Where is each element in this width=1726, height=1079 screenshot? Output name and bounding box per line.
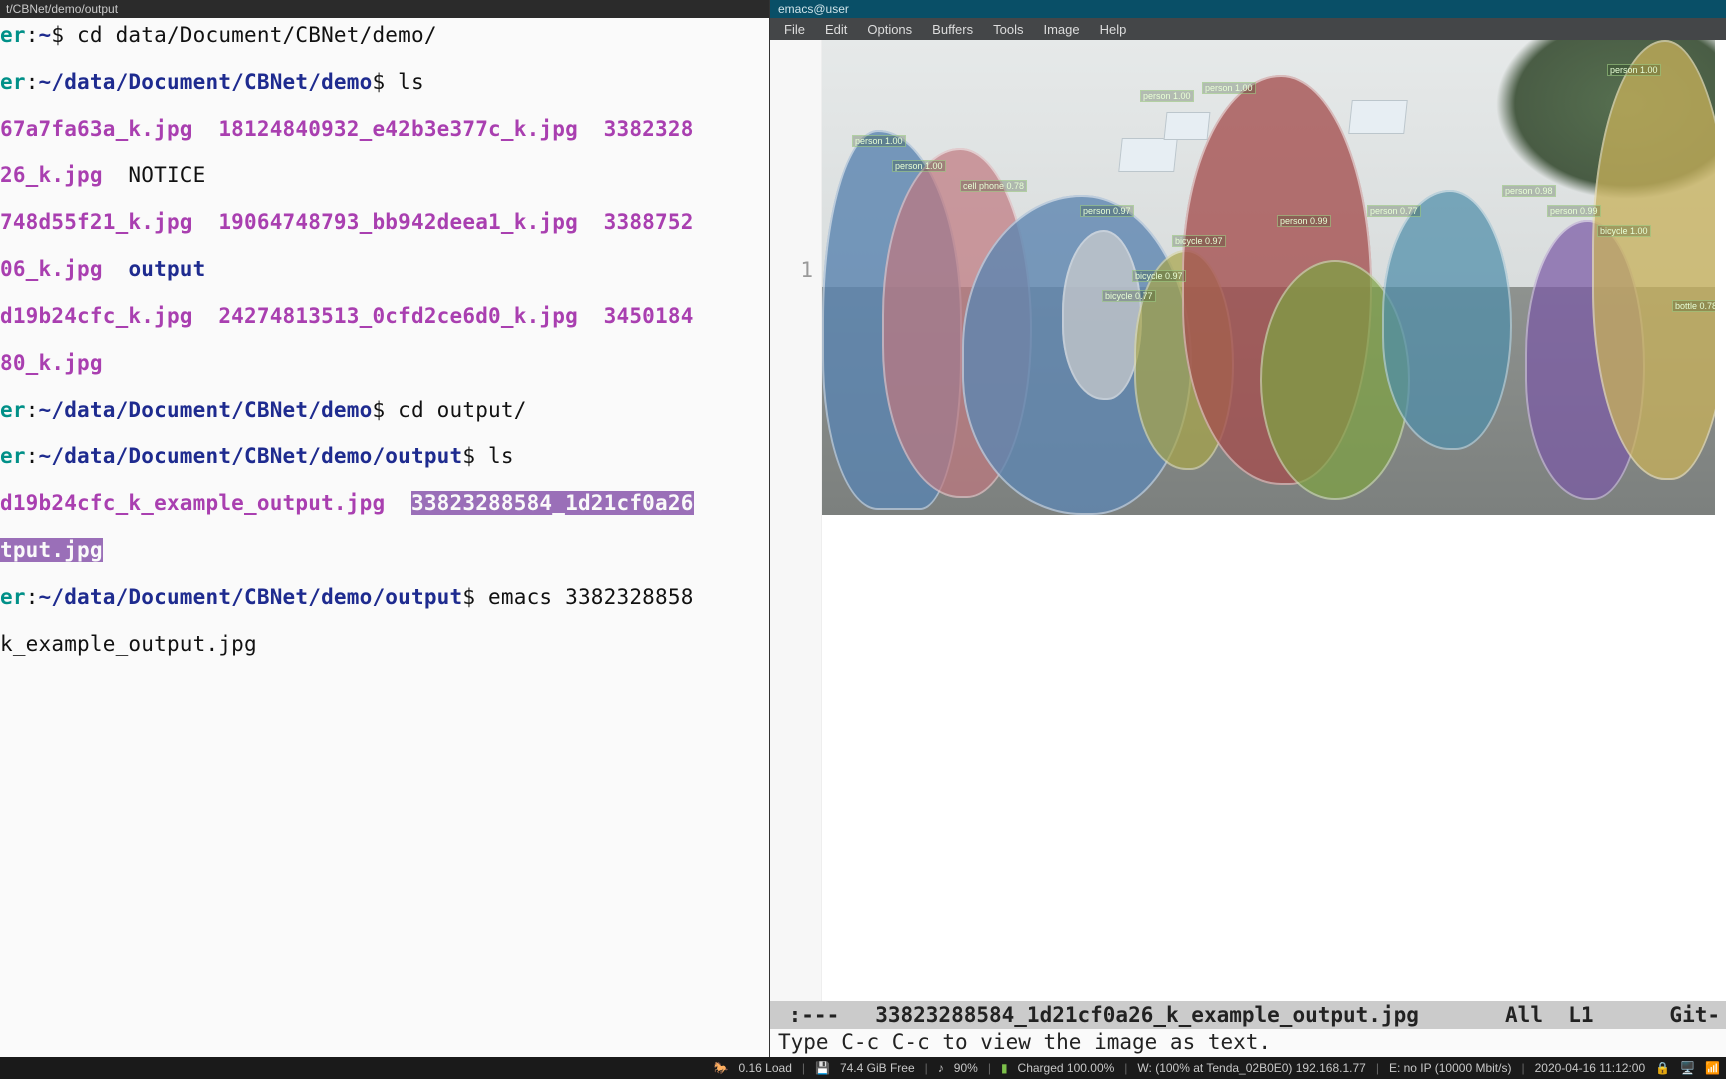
detection-label: bottle 0.78 xyxy=(1672,300,1715,312)
terminal-line: 26_k.jpg NOTICE xyxy=(0,164,769,187)
taskbar-load: 0.16 Load xyxy=(738,1061,791,1075)
terminal-line: er:~/data/Document/CBNet/demo$ ls xyxy=(0,71,769,94)
emacs-window[interactable]: emacs@user FileEditOptionsBuffersToolsIm… xyxy=(769,0,1726,1057)
detection-label: person 0.77 xyxy=(1367,205,1421,217)
detection-label: person 1.00 xyxy=(1140,90,1194,102)
taskbar-wifi: W: (100% at Tenda_02B0E0) 192.168.1.77 xyxy=(1137,1061,1365,1075)
tray-icon[interactable]: 🖥️ xyxy=(1680,1061,1695,1075)
volume-icon: ♪ xyxy=(938,1061,944,1075)
modeline-vc: Git- xyxy=(1669,1003,1720,1027)
detection-label: person 0.98 xyxy=(1502,185,1556,197)
taskbar-eth: E: no IP (10000 Mbit/s) xyxy=(1389,1061,1512,1075)
flag-icon xyxy=(1348,100,1408,134)
terminal-line: er:~/data/Document/CBNet/demo/output$ ls xyxy=(0,445,769,468)
modeline-pos: All xyxy=(1505,1003,1543,1027)
terminal-titlebar: t/CBNet/demo/output xyxy=(0,0,769,18)
lock-icon[interactable]: 🔒 xyxy=(1655,1061,1670,1075)
flag-icon xyxy=(1164,112,1211,140)
terminal-line: er:~/data/Document/CBNet/demo$ cd output… xyxy=(0,399,769,422)
terminal-line: 06_k.jpg output xyxy=(0,258,769,281)
detection-image: person 1.00 person 1.00 person 1.00 person … xyxy=(822,40,1715,515)
taskbar-datetime: 2020-04-16 11:12:00 xyxy=(1535,1061,1646,1075)
image-canvas: person 1.00 person 1.00 person 1.00 person … xyxy=(822,40,1726,1001)
menu-options[interactable]: Options xyxy=(859,20,920,39)
taskbar[interactable]: 🐎 0.16 Load | 💾 74.4 GiB Free | ♪ 90% | … xyxy=(0,1057,1726,1079)
wifi-icon[interactable]: 📶 xyxy=(1705,1061,1720,1075)
modeline-status: :--- xyxy=(776,1003,839,1027)
menu-edit[interactable]: Edit xyxy=(817,20,855,39)
menu-tools[interactable]: Tools xyxy=(985,20,1031,39)
detection-label: bicycle 0.77 xyxy=(1102,290,1156,302)
detection-label: person 1.00 xyxy=(892,160,946,172)
line-number-gutter: 1 xyxy=(770,40,822,1001)
menu-buffers[interactable]: Buffers xyxy=(924,20,981,39)
mask-person xyxy=(1382,190,1512,450)
terminal-window[interactable]: t/CBNet/demo/output er:~$ cd data/Docume… xyxy=(0,0,769,1057)
battery-icon: ▮ xyxy=(1001,1061,1008,1075)
detection-label: person 0.97 xyxy=(1080,205,1134,217)
terminal-line: 80_k.jpg xyxy=(0,352,769,375)
detection-label: person 0.99 xyxy=(1547,205,1601,217)
desktop: t/CBNet/demo/output er:~$ cd data/Docume… xyxy=(0,0,1726,1057)
menu-help[interactable]: Help xyxy=(1092,20,1135,39)
terminal-line: d19b24cfc_k_example_output.jpg 338232885… xyxy=(0,492,769,515)
detection-label: person 1.00 xyxy=(1202,82,1256,94)
modeline-line: L1 xyxy=(1568,1003,1593,1027)
emacs-titlebar: emacs@user xyxy=(770,0,1726,18)
emacs-modeline: :--- 33823288584_1d21cf0a26_k_example_ou… xyxy=(770,1001,1726,1029)
emacs-echo-area: Type C-c C-c to view the image as text. xyxy=(770,1029,1726,1057)
terminal-body[interactable]: er:~$ cd data/Document/CBNet/demo/ er:~/… xyxy=(0,18,769,1057)
horse-icon: 🐎 xyxy=(714,1061,729,1075)
disk-icon: 💾 xyxy=(815,1061,830,1075)
emacs-menubar[interactable]: FileEditOptionsBuffersToolsImage Help xyxy=(770,18,1726,40)
flag-icon xyxy=(1118,138,1178,172)
terminal-line: 748d55f21_k.jpg 19064748793_bb942deea1_k… xyxy=(0,211,769,234)
detection-label: cell phone 0.78 xyxy=(960,180,1027,192)
detection-label: bicycle 1.00 xyxy=(1597,225,1651,237)
taskbar-battery: Charged 100.00% xyxy=(1018,1061,1115,1075)
taskbar-disk: 74.4 GiB Free xyxy=(840,1061,915,1075)
detection-label: bicycle 0.97 xyxy=(1132,270,1186,282)
mask-person xyxy=(1062,230,1142,400)
menu-file[interactable]: File xyxy=(776,20,813,39)
detection-label: bicycle 0.97 xyxy=(1172,235,1226,247)
taskbar-volume: 90% xyxy=(954,1061,978,1075)
terminal-line: k_example_output.jpg xyxy=(0,633,769,656)
terminal-line: er:~/data/Document/CBNet/demo/output$ em… xyxy=(0,586,769,609)
detection-label: person 1.00 xyxy=(1607,64,1661,76)
emacs-buffer[interactable]: 1 xyxy=(770,40,1726,1001)
terminal-line: er:~$ cd data/Document/CBNet/demo/ xyxy=(0,24,769,47)
terminal-line: 67a7fa63a_k.jpg 18124840932_e42b3e377c_k… xyxy=(0,118,769,141)
menu-image[interactable]: Image xyxy=(1035,20,1087,39)
terminal-line: tput.jpg xyxy=(0,539,769,562)
detection-label: person 1.00 xyxy=(852,135,906,147)
terminal-line: d19b24cfc_k.jpg 24274813513_0cfd2ce6d0_k… xyxy=(0,305,769,328)
modeline-filename: 33823288584_1d21cf0a26_k_example_output.… xyxy=(875,1003,1419,1027)
detection-label: person 0.99 xyxy=(1277,215,1331,227)
